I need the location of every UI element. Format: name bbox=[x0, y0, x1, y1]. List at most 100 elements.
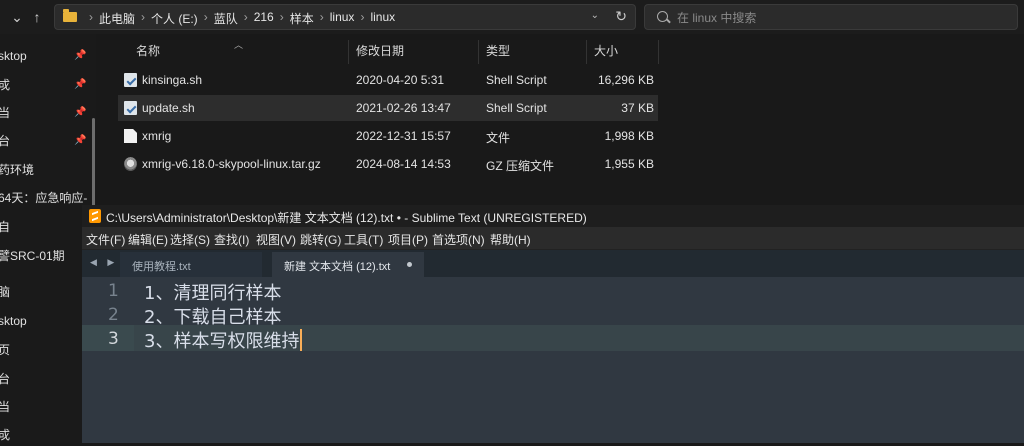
tab-new-text-document[interactable]: 新建 文本文档 (12).txt bbox=[272, 252, 424, 277]
column-header-type[interactable]: 类型 bbox=[486, 42, 510, 62]
code-line-text: 3、样本写权限维持 bbox=[144, 331, 300, 352]
line-number-current: 3 bbox=[108, 329, 119, 349]
file-size: 16,296 KB bbox=[597, 73, 654, 87]
title-bar[interactable]: C:\Users\Administrator\Desktop\新建 文本文档 (… bbox=[82, 205, 1024, 227]
file-size: 37 KB bbox=[621, 101, 654, 115]
sidebar-item-label: 戓 bbox=[0, 78, 11, 92]
menu-file[interactable]: 文件(F) bbox=[86, 231, 125, 248]
chevron-right-icon: › bbox=[243, 10, 248, 24]
file-type: 文件 bbox=[486, 131, 511, 145]
file-icon bbox=[124, 129, 137, 143]
file-name: update.sh bbox=[142, 101, 195, 115]
menu-find[interactable]: 查找(I) bbox=[214, 231, 249, 248]
up-arrow-icon[interactable]: ↑ bbox=[26, 6, 48, 28]
breadcrumb-item[interactable]: 此电脑 bbox=[99, 10, 135, 27]
file-size: 1,998 KB bbox=[604, 129, 654, 143]
address-bar[interactable]: › 此电脑 › 个人 (E:) › 蓝队 › 216 › 样本 › linux … bbox=[54, 4, 636, 30]
sidebar-item[interactable]: sktop 📌 bbox=[0, 45, 96, 67]
sidebar-item-label: sktop bbox=[0, 49, 27, 63]
sidebar-item-label: 当 bbox=[0, 106, 11, 120]
file-type: Shell Script bbox=[486, 101, 547, 115]
menu-edit[interactable]: 编辑(E) bbox=[128, 231, 168, 248]
file-size: 1,955 KB bbox=[604, 157, 654, 171]
tab-scroll-arrows-icon[interactable]: ◀ ▶ bbox=[90, 257, 118, 268]
breadcrumb-item[interactable]: 样本 bbox=[290, 10, 314, 27]
pin-icon: 📌 bbox=[74, 107, 87, 118]
menu-view[interactable]: 视图(V) bbox=[256, 231, 296, 248]
column-divider[interactable] bbox=[348, 40, 349, 64]
code-line-text: 2、下载自己样本 bbox=[144, 307, 282, 328]
sidebar-item-label: 台 bbox=[0, 134, 11, 148]
explorer-toolbar: ⌄ ↑ › 此电脑 › 个人 (E:) › 蓝队 › 216 › 样本 › li… bbox=[0, 0, 1024, 34]
file-modified: 2021-02-26 13:47 bbox=[356, 101, 451, 115]
tab-bar: ◀ ▶ 使用教程.txt 新建 文本文档 (12).txt bbox=[82, 250, 1024, 277]
sidebar-item-label: 譬SRC-01期 bbox=[0, 249, 65, 263]
menu-selection[interactable]: 选择(S) bbox=[170, 231, 210, 248]
shell-script-icon bbox=[124, 101, 137, 115]
column-divider[interactable] bbox=[658, 40, 659, 64]
column-header-size[interactable]: 大小 bbox=[594, 42, 618, 62]
menu-tools[interactable]: 工具(T) bbox=[344, 231, 383, 248]
sidebar-item-label: 当 bbox=[0, 400, 11, 414]
sidebar-item[interactable]: 台 📌 bbox=[0, 130, 96, 152]
chevron-right-icon: › bbox=[203, 10, 208, 24]
text-cursor bbox=[300, 329, 303, 351]
file-row-selected[interactable]: update.sh 2021-02-26 13:47 Shell Script … bbox=[118, 95, 658, 121]
search-input[interactable] bbox=[675, 8, 1009, 28]
address-dropdown-icon[interactable]: ⌄ bbox=[591, 10, 599, 21]
sidebar-item[interactable]: 戓 📌 bbox=[0, 74, 96, 96]
pin-icon: 📌 bbox=[74, 135, 87, 146]
sidebar-item[interactable]: 当 📌 bbox=[0, 102, 96, 124]
tab-label: 使用教程.txt bbox=[132, 261, 191, 273]
unsaved-dot-icon[interactable] bbox=[407, 262, 412, 267]
sidebar-item[interactable]: 药环境 bbox=[0, 159, 96, 181]
refresh-icon[interactable]: ↻ bbox=[615, 8, 627, 25]
file-row[interactable]: xmrig 2022-12-31 15:57 文件 1,998 KB bbox=[118, 123, 658, 149]
code-line[interactable]: 2、下载自己样本 bbox=[144, 303, 281, 329]
column-header-modified[interactable]: 修改日期 bbox=[356, 42, 404, 62]
chevron-right-icon: › bbox=[89, 10, 93, 24]
file-modified: 2022-12-31 15:57 bbox=[356, 129, 451, 143]
menu-help[interactable]: 帮助(H) bbox=[490, 231, 531, 248]
column-divider[interactable] bbox=[478, 40, 479, 64]
chevron-right-icon: › bbox=[319, 10, 324, 24]
breadcrumb-item[interactable]: 216 bbox=[254, 10, 274, 27]
sidebar-item-label: 药环境 bbox=[0, 163, 35, 177]
sidebar-item-label: 页 bbox=[0, 343, 11, 357]
editor-area[interactable]: 1 2 3 1、清理同行样本 2、下载自己样本 3、样本写权限维持 bbox=[82, 277, 1024, 443]
menu-bar: 文件(F) 编辑(E) 选择(S) 查找(I) 视图(V) 跳转(G) 工具(T… bbox=[82, 227, 1024, 250]
line-number: 2 bbox=[108, 305, 119, 325]
sidebar-item-label: 脑 bbox=[0, 285, 11, 299]
column-header-name[interactable]: 名称 bbox=[136, 42, 160, 62]
tab-usage-guide[interactable]: 使用教程.txt bbox=[120, 252, 262, 277]
pin-icon: 📌 bbox=[74, 79, 87, 90]
file-name: xmrig-v6.18.0-skypool-linux.tar.gz bbox=[142, 157, 321, 171]
search-box[interactable] bbox=[644, 4, 1018, 30]
file-row[interactable]: xmrig-v6.18.0-skypool-linux.tar.gz 2024-… bbox=[118, 151, 658, 177]
sublime-window: C:\Users\Administrator\Desktop\新建 文本文档 (… bbox=[82, 205, 1024, 443]
chevron-down-icon[interactable]: ⌄ bbox=[6, 6, 28, 28]
file-modified: 2024-08-14 14:53 bbox=[356, 157, 451, 171]
chevron-right-icon: › bbox=[279, 10, 284, 24]
breadcrumb-item[interactable]: linux bbox=[330, 10, 355, 27]
sort-caret-icon: ︿ bbox=[234, 40, 244, 50]
breadcrumb-item[interactable]: linux bbox=[370, 10, 395, 27]
file-list: 名称 ︿ 修改日期 类型 大小 kinsinga.sh 2020-04-20 5… bbox=[96, 34, 1024, 214]
shell-script-icon bbox=[124, 73, 137, 87]
file-type: Shell Script bbox=[486, 73, 547, 87]
breadcrumb: › 此电脑 › 个人 (E:) › 蓝队 › 216 › 样本 › linux … bbox=[83, 10, 395, 27]
file-modified: 2020-04-20 5:31 bbox=[356, 73, 445, 87]
sidebar-item-label: 台 bbox=[0, 372, 11, 386]
code-line[interactable]: 3、样本写权限维持 bbox=[144, 327, 303, 353]
menu-preferences[interactable]: 首选项(N) bbox=[432, 231, 485, 248]
menu-project[interactable]: 项目(P) bbox=[388, 231, 428, 248]
breadcrumb-item[interactable]: 个人 (E:) bbox=[151, 10, 198, 27]
breadcrumb-item[interactable]: 蓝队 bbox=[214, 10, 238, 27]
menu-goto[interactable]: 跳转(G) bbox=[300, 231, 341, 248]
file-type: GZ 压缩文件 bbox=[486, 159, 554, 173]
file-row[interactable]: kinsinga.sh 2020-04-20 5:31 Shell Script… bbox=[118, 67, 658, 93]
column-divider[interactable] bbox=[586, 40, 587, 64]
chevron-right-icon: › bbox=[141, 10, 146, 24]
code-line[interactable]: 1、清理同行样本 bbox=[144, 279, 281, 305]
search-icon bbox=[657, 11, 668, 22]
